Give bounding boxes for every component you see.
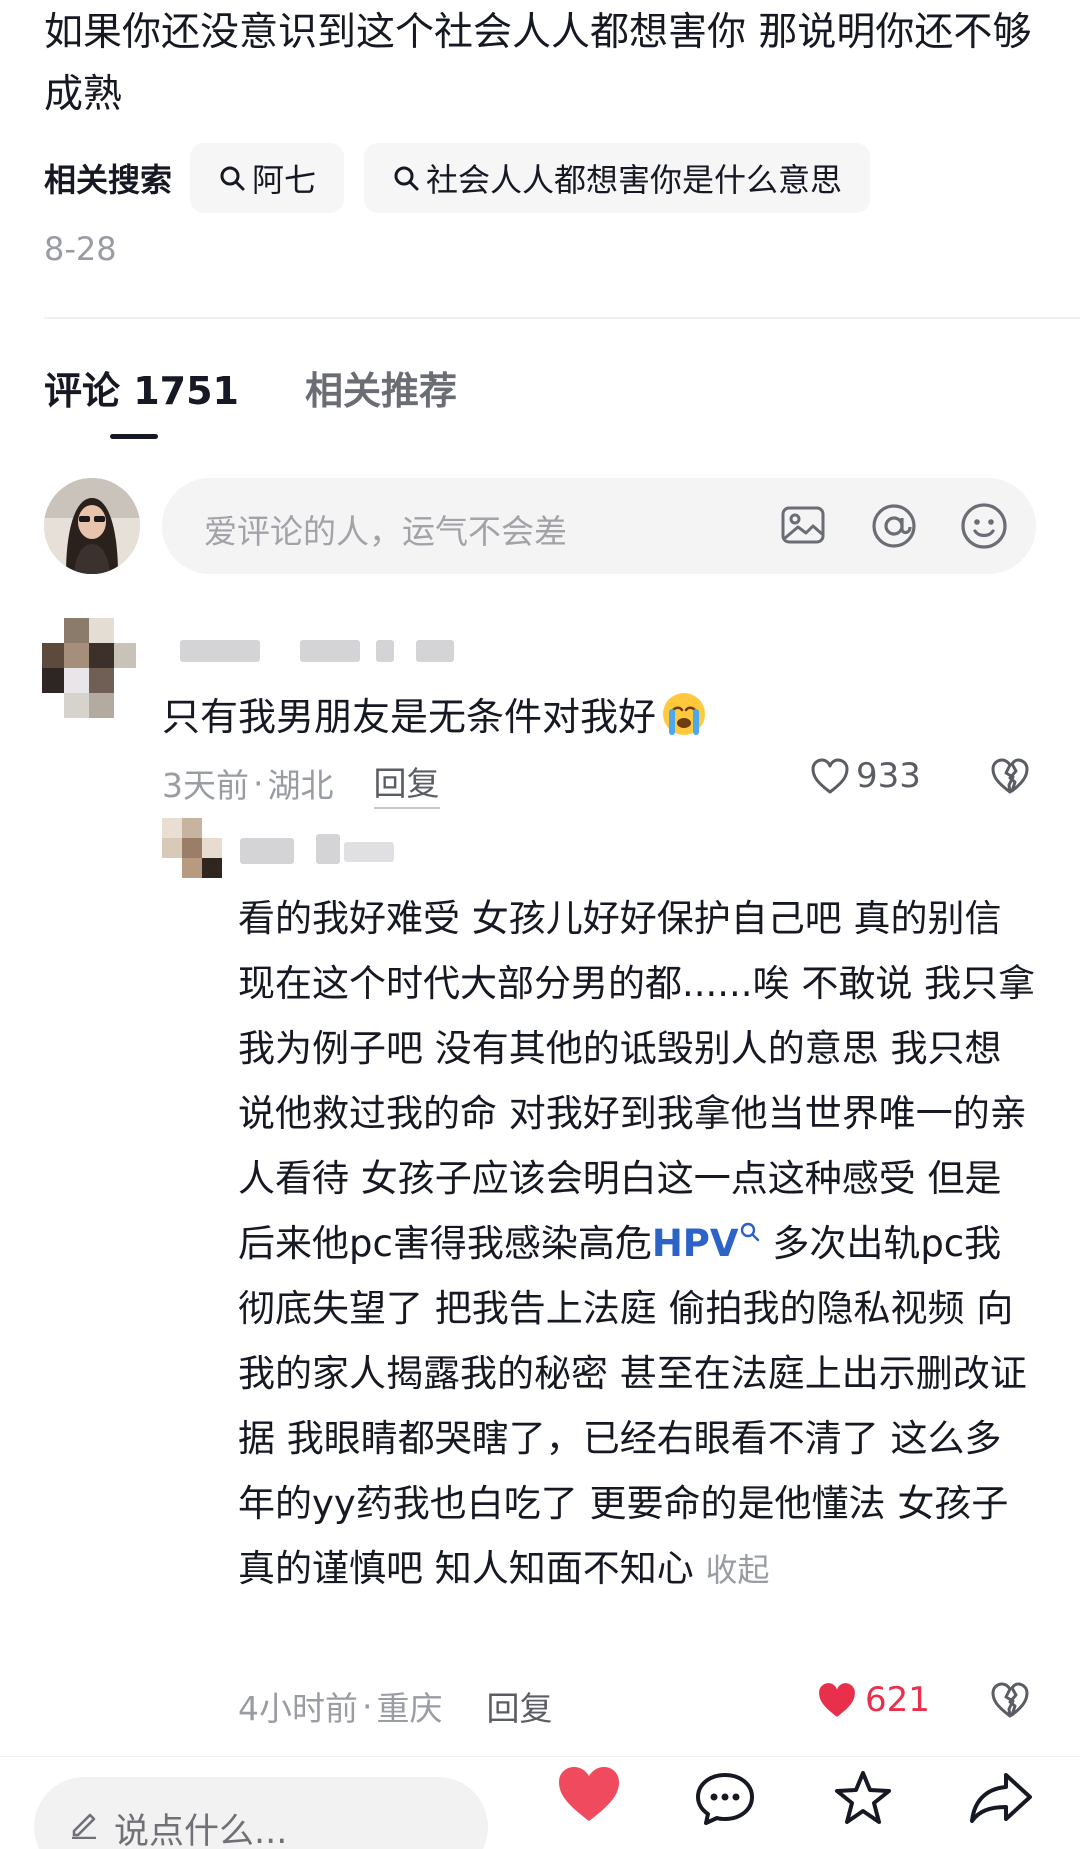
- comment-body: 只有我男朋友是无条件对我好: [162, 695, 657, 739]
- related-search-text: 社会人人都想害你是什么意思: [426, 161, 843, 199]
- related-search-chip-2[interactable]: 社会人人都想害你是什么意思: [364, 143, 871, 213]
- related-searches: 相关搜索 阿七 社会人人都想害你是什么意思: [44, 143, 890, 213]
- comment-input[interactable]: 爱评论的人，运气不会差: [162, 478, 1036, 574]
- comment-time: 3天前: [162, 766, 249, 805]
- dislike-icon[interactable]: [990, 1680, 1030, 1720]
- pencil-icon: [72, 1813, 96, 1839]
- comment-tabs: 评论 1751 相关推荐: [44, 360, 523, 415]
- heart-filled-icon: [819, 1683, 855, 1717]
- star-icon[interactable]: [832, 1769, 894, 1827]
- like-button[interactable]: 933: [810, 756, 921, 796]
- dislike-icon[interactable]: [990, 756, 1030, 796]
- reply-body-part-1: 看的我好难受 女孩儿好好保护自己吧 真的别信 现在这个时代大部分男的都.....…: [238, 897, 1036, 1265]
- like-count: 621: [865, 1680, 930, 1720]
- comment-text: 只有我男朋友是无条件对我好: [162, 686, 708, 741]
- crying-face-emoji-icon: [663, 692, 706, 735]
- say-something-placeholder: 说点什么...: [114, 1812, 288, 1849]
- collapse-button[interactable]: 收起: [706, 1551, 770, 1589]
- hpv-link-text: HPV: [651, 1222, 739, 1265]
- comment-meta: 3天前 · 湖北 回复: [162, 757, 440, 809]
- reply-comment-meta: 4小时前 · 重庆 回复: [238, 1682, 553, 1730]
- hpv-search-link[interactable]: HPV: [652, 1222, 761, 1265]
- user-avatar-image: [44, 478, 140, 574]
- share-icon[interactable]: [968, 1771, 1034, 1825]
- post-detail-page: 如果你还没意识到这个社会人人都想害你 那说明你还不够成熟 相关搜索 阿七 社会人…: [0, 0, 1080, 1849]
- at-icon[interactable]: [868, 500, 920, 552]
- avatar[interactable]: [44, 478, 140, 574]
- active-tab-indicator: [110, 434, 158, 439]
- commenter-avatar[interactable]: [42, 618, 142, 718]
- comment-icon[interactable]: [694, 1771, 756, 1827]
- related-search-label: 相关搜索: [44, 161, 173, 199]
- related-search-chip-1[interactable]: 阿七: [190, 143, 345, 213]
- divider: [44, 317, 1080, 319]
- post-title: 如果你还没意识到这个社会人人都想害你 那说明你还不够成熟: [44, 10, 1032, 117]
- comment-location: 重庆: [376, 1689, 443, 1728]
- bottom-action-bar: 说点什么...: [0, 1756, 1080, 1849]
- reply-commenter-avatar[interactable]: [162, 818, 222, 878]
- like-button[interactable]: 621: [815, 1680, 930, 1720]
- search-icon: [220, 166, 245, 191]
- search-icon: [394, 166, 419, 191]
- pixelated-avatar-image: [42, 618, 142, 718]
- comment-location: 湖北: [267, 766, 334, 805]
- tab-related[interactable]: 相关推荐: [305, 360, 457, 415]
- reply-button[interactable]: 回复: [487, 1682, 553, 1730]
- image-icon[interactable]: [778, 500, 828, 550]
- heart-outline-icon: [811, 758, 849, 794]
- reply-body-part-2: 多次出轨pc我彻底失望了 把我告上法庭 偷拍我的隐私视频 向我的家人揭露我的秘密…: [238, 1222, 1027, 1590]
- search-icon: [740, 1222, 759, 1241]
- reply-button[interactable]: 回复: [373, 757, 440, 809]
- tab-comments[interactable]: 评论 1751: [44, 360, 239, 415]
- comment-time: 4小时前: [238, 1689, 358, 1728]
- reply-comment-text: 看的我好难受 女孩儿好好保护自己吧 真的别信 现在这个时代大部分男的都.....…: [238, 886, 1038, 1603]
- pixelated-avatar-image: [162, 818, 222, 878]
- heart-icon[interactable]: [556, 1765, 622, 1825]
- post-date: 8-28: [44, 230, 117, 268]
- comment-input-placeholder: 爱评论的人，运气不会差: [204, 512, 567, 551]
- say-something-input[interactable]: 说点什么...: [34, 1777, 488, 1849]
- related-search-text: 阿七: [252, 161, 317, 199]
- emoji-icon[interactable]: [958, 500, 1010, 552]
- like-count: 933: [856, 756, 921, 796]
